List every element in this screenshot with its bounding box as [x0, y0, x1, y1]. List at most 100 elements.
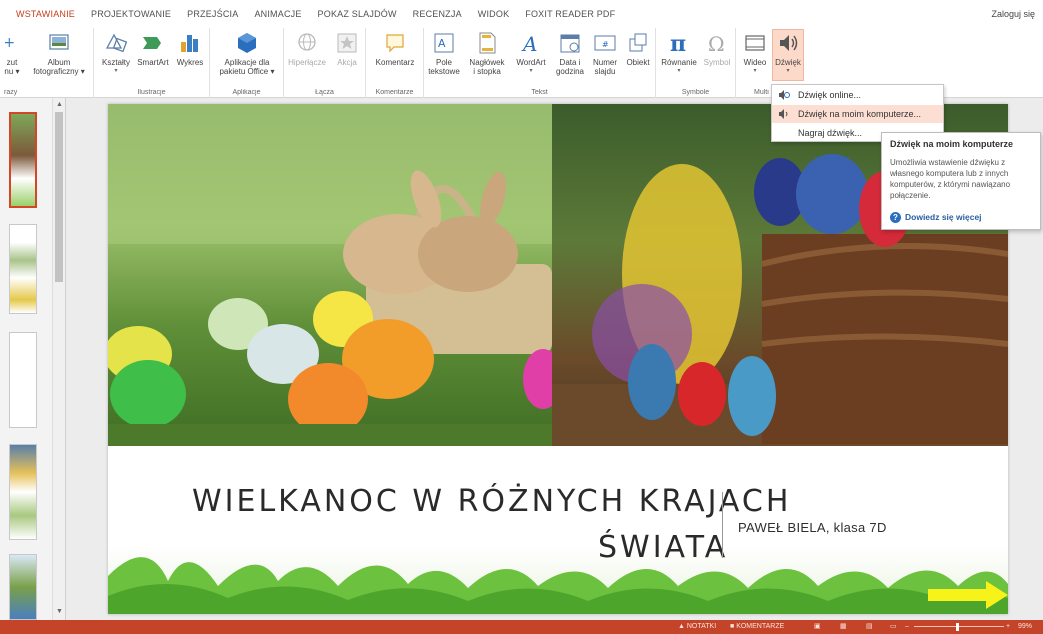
slide-sorter-icon[interactable]: ▦ [840, 620, 847, 634]
tab-design[interactable]: PROJEKTOWANIE [83, 0, 179, 28]
slide-thumbnail[interactable] [9, 112, 37, 208]
group-images: + zut nu ▾ Album fotograficzny ▾ razy [0, 28, 94, 98]
scroll-up-arrow-icon[interactable]: ▲ [55, 100, 64, 109]
zoom-level[interactable]: 99% [1018, 620, 1032, 634]
slide-thumbnail[interactable] [9, 444, 37, 540]
action-button[interactable]: Akcja [332, 30, 362, 67]
scrollbar-thumb[interactable] [55, 112, 63, 282]
group-label-links: Łącza [315, 89, 334, 96]
zoom-out-icon[interactable]: – [905, 620, 909, 634]
normal-view-icon[interactable]: ▣ [814, 620, 821, 634]
tab-slideshow[interactable]: POKAZ SLAJDÓW [310, 0, 405, 28]
online-audio-icon [779, 90, 790, 100]
group-label-comments: Komentarze [375, 89, 414, 96]
equation-button[interactable]: π Równanie ▾ [658, 30, 700, 75]
speaker-icon [779, 109, 788, 119]
svg-text:+: + [4, 35, 16, 51]
hyperlink-button[interactable]: Hiperłącze [286, 30, 328, 67]
svg-text:π: π [670, 31, 686, 56]
tab-animations[interactable]: ANIMACJE [246, 0, 309, 28]
wordart-button[interactable]: A WordArt ▾ [512, 30, 550, 75]
group-label-symbols: Symbole [681, 89, 710, 96]
slide-thumbnail[interactable] [9, 554, 37, 620]
office-store-icon [238, 33, 256, 53]
calendar-icon [560, 34, 580, 53]
tooltip-body: Umożliwia wstawienie dźwięku z własnego … [890, 158, 1011, 200]
tab-foxit[interactable]: FOXIT READER PDF [517, 0, 623, 28]
group-label-apps: Aplikacje [232, 89, 261, 96]
slide-author[interactable]: PAWEŁ BIELA, klasa 7D [738, 520, 887, 535]
group-comments: Komentarz Komentarze [366, 28, 424, 98]
sign-in-link[interactable]: Zaloguj się [991, 0, 1035, 28]
slideshow-icon[interactable]: ▭ [890, 620, 897, 634]
pi-icon: π [670, 31, 686, 56]
learn-more-link[interactable]: ? Dowiedz się więcej [890, 212, 982, 223]
bunny-basket-picture[interactable] [108, 104, 552, 446]
group-symbols: π Równanie ▾ Ω Symbol Symbole [656, 28, 736, 98]
slide[interactable]: WIELKANOC W RÓŻNYCH KRAJACH ŚWIATA PAWEŁ… [108, 104, 1008, 614]
bar-chart-icon [181, 35, 198, 52]
svg-text:#: # [602, 40, 609, 49]
tab-insert[interactable]: WSTAWIANIE [0, 0, 83, 28]
slide-thumbnail[interactable] [9, 224, 37, 314]
globe-link-icon [298, 33, 316, 51]
comments-button[interactable]: ■ KOMENTARZE [730, 620, 784, 634]
svg-text:A: A [438, 37, 446, 50]
scroll-down-arrow-icon[interactable]: ▼ [55, 607, 64, 616]
shapes-button[interactable]: Kształty ▾ [98, 30, 134, 75]
group-label-illustrations: Ilustracje [137, 89, 166, 96]
group-label-text: Tekst [531, 89, 548, 96]
tab-view[interactable]: WIDOK [470, 0, 518, 28]
comment-button[interactable]: Komentarz [370, 30, 420, 67]
video-button[interactable]: Wideo ▾ [740, 30, 770, 75]
group-links: Hiperłącze Akcja Łącza [284, 28, 366, 98]
ribbon-tabs: WSTAWIANIE PROJEKTOWANIE PRZEJŚCIA ANIMA… [0, 0, 1043, 28]
photo-album-button[interactable]: Album fotograficzny ▾ [26, 30, 92, 76]
group-illustrations: Kształty ▾ SmartArt Wykres Ilustracje [94, 28, 210, 98]
textbox-button[interactable]: A Pole tekstowe [426, 30, 462, 76]
tooltip-title: Dźwięk na moim komputerze [890, 139, 1014, 149]
office-apps-button[interactable]: Aplikacje dla pakietu Office ▾ [214, 30, 280, 76]
smartart-icon [143, 37, 161, 49]
audio-button[interactable]: Dźwięk ▾ [772, 29, 804, 81]
comment-icon [386, 34, 404, 53]
thumbnail-scrollbar[interactable]: ▲ ▼ [52, 98, 65, 620]
svg-text:Ω: Ω [708, 32, 725, 56]
status-bar: ▲ NOTATKI ■ KOMENTARZE ▣ ▦ ▤ ▭ – + 99% [0, 620, 1043, 634]
speaker-icon [780, 35, 798, 51]
bunny-basket-illustration [108, 104, 552, 446]
help-icon: ? [890, 212, 901, 223]
menu-item-online-audio[interactable]: Dźwięk online... [772, 86, 943, 104]
tab-transitions[interactable]: PRZEJŚCIA [179, 0, 246, 28]
date-time-button[interactable]: Data i godzina [552, 30, 588, 76]
object-icon [629, 33, 647, 52]
zoom-slider-knob[interactable] [956, 623, 959, 631]
star-action-icon [337, 33, 357, 53]
wordart-icon: A [521, 32, 537, 56]
chart-button[interactable]: Wykres [172, 30, 208, 67]
textbox-icon: A [434, 33, 454, 53]
header-footer-button[interactable]: Nagłówek i stopka [464, 30, 510, 76]
screenshot-button[interactable]: + zut nu ▾ [2, 30, 22, 76]
smartart-button[interactable]: SmartArt [134, 30, 172, 67]
tab-review[interactable]: RECENZJA [405, 0, 470, 28]
zoom-in-icon[interactable]: + [1006, 620, 1010, 634]
menu-item-audio-on-pc[interactable]: Dźwięk na moim komputerze... [772, 105, 943, 123]
slide-title-line-1[interactable]: WIELKANOC W RÓŻNYCH KRAJACH [192, 484, 791, 519]
notes-button[interactable]: ▲ NOTATKI [678, 620, 716, 634]
symbol-button[interactable]: Ω Symbol [700, 30, 734, 67]
photo-album-icon [49, 34, 69, 50]
omega-icon: Ω [708, 32, 725, 56]
slide-title-line-2[interactable]: ŚWIATA [598, 530, 728, 565]
header-footer-icon [479, 32, 496, 54]
reading-view-icon[interactable]: ▤ [866, 620, 873, 634]
group-label-images: razy [4, 89, 18, 96]
svg-text:A: A [521, 32, 537, 56]
zoom-slider[interactable] [914, 626, 1004, 627]
slide-number-button[interactable]: # Numer slajdu [590, 30, 620, 76]
slide-thumbnail[interactable] [9, 332, 37, 428]
group-text: A Pole tekstowe Nagłówek i stopka A Word… [424, 28, 656, 98]
slide-number-icon: # [594, 35, 616, 51]
next-slide-arrow-icon[interactable] [928, 581, 1008, 609]
object-button[interactable]: Obiekt [622, 30, 654, 67]
